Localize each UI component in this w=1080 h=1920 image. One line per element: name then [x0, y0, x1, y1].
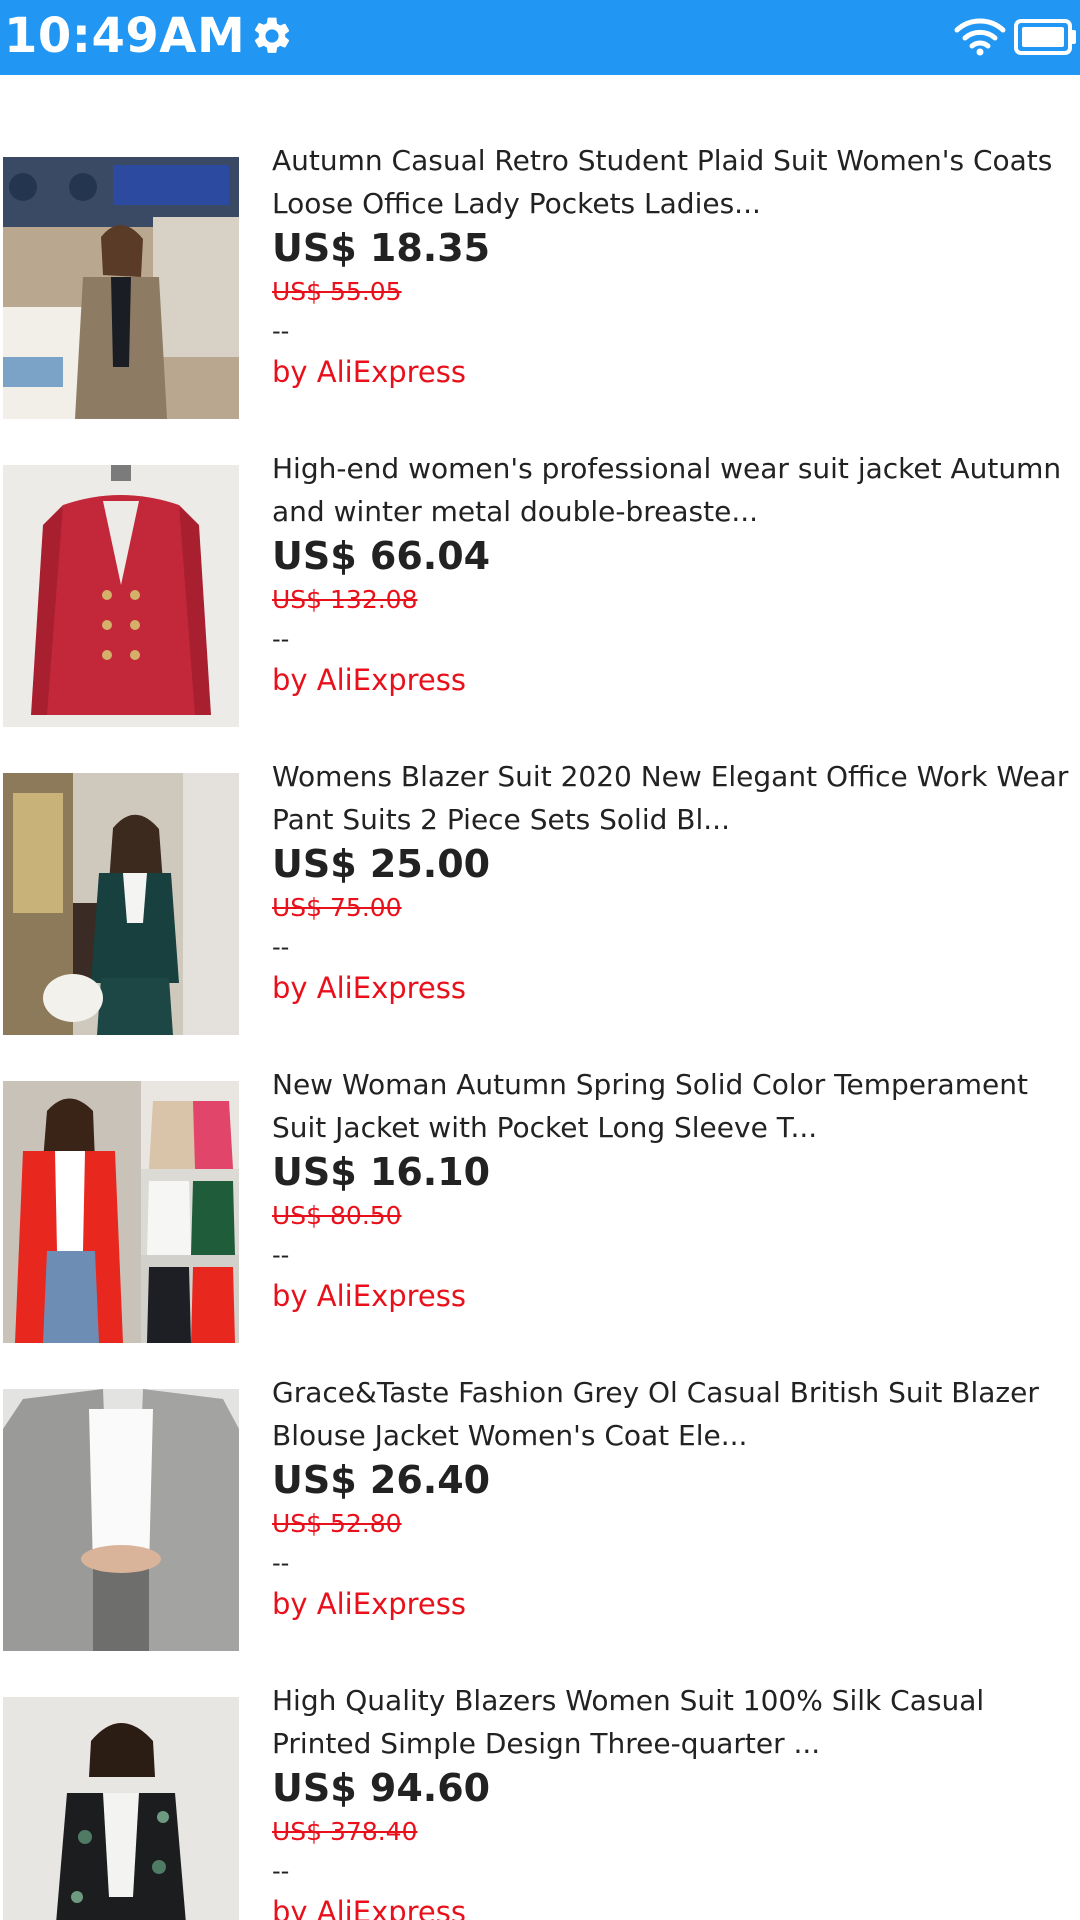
product-info[interactable]: High Quality Blazers Women Suit 100% Sil…	[272, 1675, 1072, 1920]
product-price: US$ 94.60	[272, 1766, 491, 1810]
product-price: US$ 26.40	[272, 1458, 491, 1502]
product-info[interactable]: Autumn Casual Retro Student Plaid Suit W…	[272, 135, 1072, 393]
product-original-price: US$ 55.05	[272, 277, 402, 306]
product-image-green-pant-suit[interactable]	[3, 773, 239, 1035]
product-original-price: US$ 75.00	[272, 893, 402, 922]
product-info[interactable]: Womens Blazer Suit 2020 New Elegant Offi…	[272, 751, 1072, 1009]
product-seller: by AliExpress	[272, 1587, 466, 1621]
product-rating: --	[272, 1857, 290, 1885]
product-item[interactable]: New Woman Autumn Spring Solid Color Temp…	[0, 1059, 1080, 1359]
product-item[interactable]: Womens Blazer Suit 2020 New Elegant Offi…	[0, 751, 1080, 1051]
product-title[interactable]: Womens Blazer Suit 2020 New Elegant Offi…	[272, 755, 1072, 841]
product-rating: --	[272, 1549, 290, 1577]
gear-icon	[254, 17, 290, 53]
product-original-price: US$ 378.40	[272, 1817, 418, 1846]
battery-icon	[1014, 19, 1076, 55]
product-seller: by AliExpress	[272, 1279, 466, 1313]
product-seller: by AliExpress	[272, 1895, 466, 1920]
product-rating: --	[272, 933, 290, 961]
product-original-price: US$ 52.80	[272, 1509, 402, 1538]
product-price: US$ 25.00	[272, 842, 491, 886]
product-rating: --	[272, 625, 290, 653]
product-price: US$ 16.10	[272, 1150, 491, 1194]
product-title[interactable]: Grace&Taste Fashion Grey Ol Casual Briti…	[272, 1371, 1072, 1457]
status-time: 10:49AM	[4, 8, 246, 64]
product-item[interactable]: Grace&Taste Fashion Grey Ol Casual Briti…	[0, 1367, 1080, 1667]
wifi-icon	[954, 18, 1006, 56]
product-list[interactable]: Autumn Casual Retro Student Plaid Suit W…	[0, 75, 1080, 1920]
product-price: US$ 66.04	[272, 534, 491, 578]
product-image-color-jackets[interactable]	[3, 1081, 239, 1343]
product-original-price: US$ 80.50	[272, 1201, 402, 1230]
product-title[interactable]: Autumn Casual Retro Student Plaid Suit W…	[272, 139, 1072, 225]
product-title[interactable]: New Woman Autumn Spring Solid Color Temp…	[272, 1063, 1072, 1149]
product-image-plaid-suit[interactable]	[3, 157, 239, 419]
product-info[interactable]: High-end women's professional wear suit …	[272, 443, 1072, 701]
product-price: US$ 18.35	[272, 226, 491, 270]
product-item[interactable]: Autumn Casual Retro Student Plaid Suit W…	[0, 135, 1080, 435]
product-image-red-blazer[interactable]	[3, 465, 239, 727]
product-item[interactable]: High Quality Blazers Women Suit 100% Sil…	[0, 1675, 1080, 1920]
product-seller: by AliExpress	[272, 971, 466, 1005]
product-info[interactable]: New Woman Autumn Spring Solid Color Temp…	[272, 1059, 1072, 1317]
product-rating: --	[272, 317, 290, 345]
product-seller: by AliExpress	[272, 663, 466, 697]
product-info[interactable]: Grace&Taste Fashion Grey Ol Casual Briti…	[272, 1367, 1072, 1625]
product-rating: --	[272, 1241, 290, 1269]
product-image-grey-blazer[interactable]	[3, 1389, 239, 1651]
status-bar: 10:49AM	[0, 0, 1080, 75]
product-item[interactable]: High-end women's professional wear suit …	[0, 443, 1080, 743]
product-original-price: US$ 132.08	[272, 585, 418, 614]
product-title[interactable]: High-end women's professional wear suit …	[272, 447, 1072, 533]
product-image-silk-blazer[interactable]	[3, 1697, 239, 1920]
product-seller: by AliExpress	[272, 355, 466, 389]
product-title[interactable]: High Quality Blazers Women Suit 100% Sil…	[272, 1679, 1072, 1765]
